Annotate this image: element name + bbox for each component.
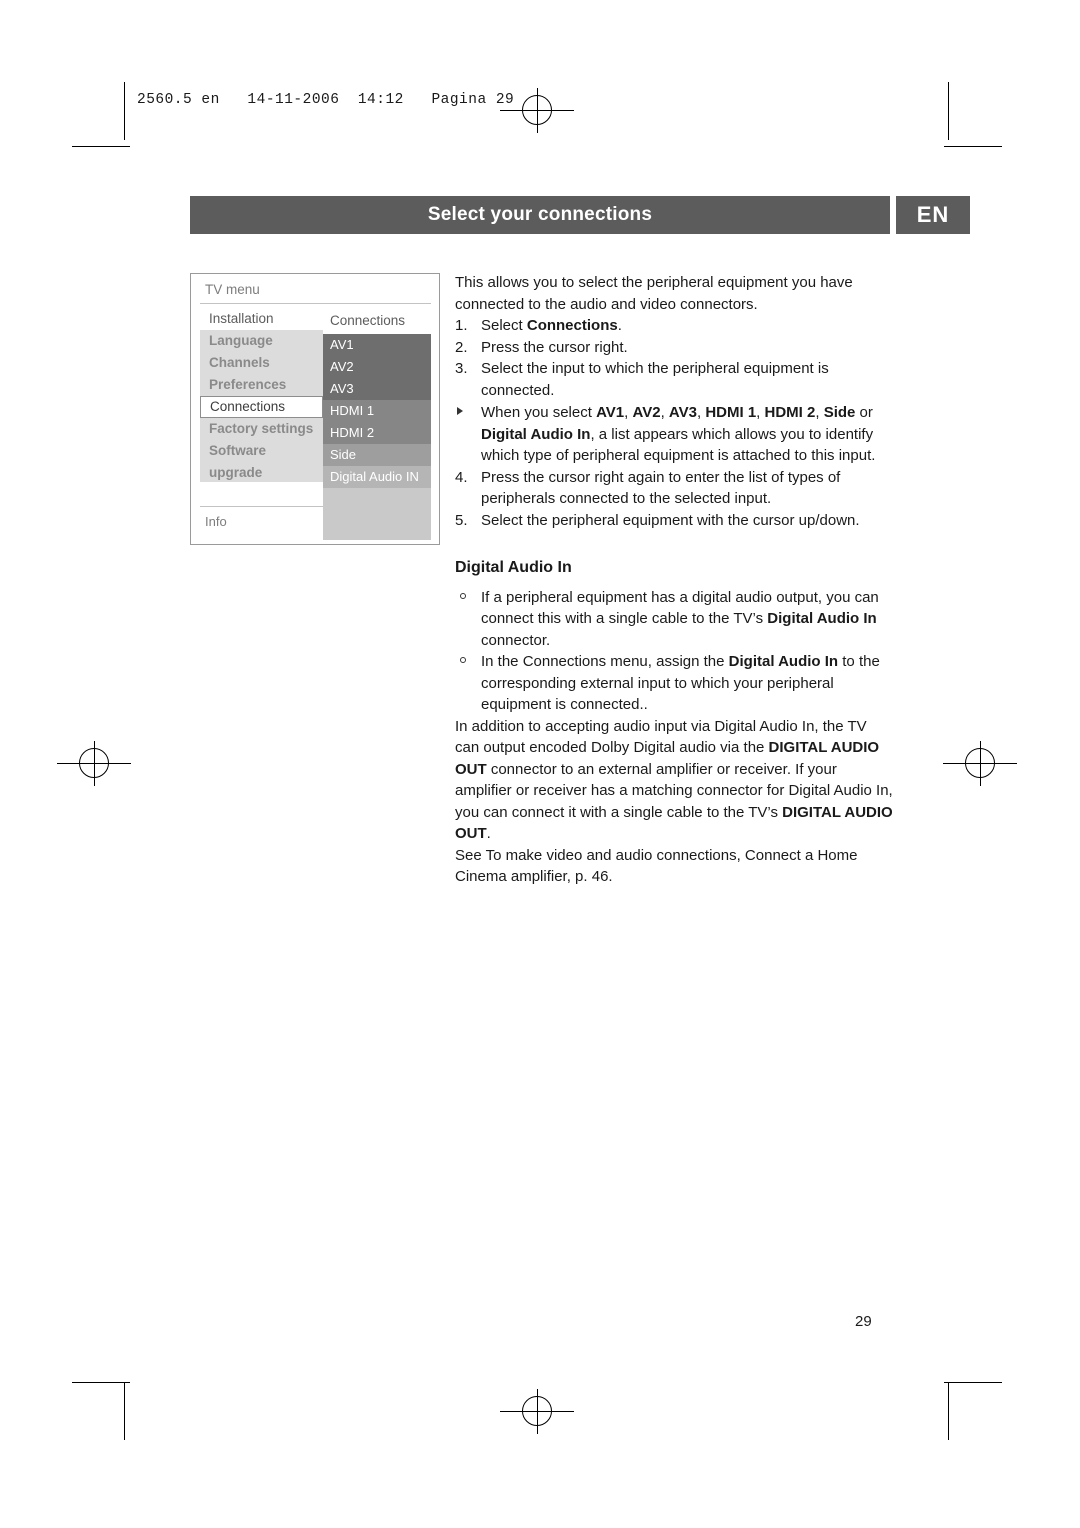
- step-3: 3. Select the input to which the periphe…: [455, 358, 895, 401]
- main-content: This allows you to select the peripheral…: [455, 272, 895, 888]
- circle-bullet-icon: [460, 657, 466, 663]
- connection-item-digital-audio-in[interactable]: Digital Audio IN: [323, 466, 431, 488]
- tv-menu-title: TV menu: [205, 282, 260, 297]
- digital-audio-bullet-2: In the Connections menu, assign the Digi…: [455, 651, 895, 716]
- closing-paragraph: In addition to accepting audio input via…: [455, 717, 893, 843]
- step-2: 2. Press the cursor right.: [455, 337, 895, 359]
- registration-mark-right-vline: [980, 741, 981, 786]
- tv-menu-right-column: Connections AV1 AV2 AV3 HDMI 1 HDMI 2 Si…: [323, 308, 431, 540]
- menu-item-connections[interactable]: Connections: [200, 396, 323, 418]
- crop-mark-bottom-left-vertical: [124, 1382, 125, 1440]
- connection-item-hdmi-1[interactable]: HDMI 1: [323, 400, 431, 422]
- crop-mark-top-left-horizontal: [72, 146, 130, 147]
- connections-submenu-title: Connections: [330, 313, 406, 328]
- menu-item-software-upgrade[interactable]: Software upgrade: [200, 440, 323, 480]
- step-5-number: 5.: [455, 511, 468, 529]
- digital-audio-bullet-2-text: In the Connections menu, assign the Digi…: [481, 653, 880, 713]
- tv-menu-left-column: Installation Language Channels Preferenc…: [200, 308, 323, 482]
- step-3-note: When you select AV1, AV2, AV3, HDMI 1, H…: [455, 402, 895, 467]
- step-1-number: 1.: [455, 317, 468, 334]
- step-2-number: 2.: [455, 338, 468, 356]
- page-number: 29: [855, 1313, 872, 1330]
- connection-item-side[interactable]: Side: [323, 444, 431, 466]
- registration-mark-left-vline: [94, 741, 95, 786]
- see-also-paragraph: See To make video and audio connections,…: [455, 846, 858, 886]
- intro-paragraph: This allows you to select the peripheral…: [455, 274, 853, 313]
- step-2-text: Press the cursor right.: [481, 338, 628, 356]
- page-title-text: Select your connections: [427, 204, 653, 225]
- registration-mark-top-vline: [537, 88, 538, 133]
- menu-item-factory-settings[interactable]: Factory settings: [200, 418, 323, 440]
- steps-list: 1. Select Connections. 2. Press the curs…: [455, 315, 895, 531]
- step-5: 5. Select the peripheral equipment with …: [455, 510, 895, 532]
- crop-mark-bottom-right-vertical: [948, 1382, 949, 1440]
- menu-item-language[interactable]: Language: [200, 330, 323, 352]
- step-3-number: 3.: [455, 360, 468, 377]
- step-4: 4. Press the cursor right again to enter…: [455, 467, 895, 510]
- menu-item-channels[interactable]: Channels: [200, 352, 323, 374]
- page-title: Select your connections: [190, 196, 890, 234]
- language-badge: EN: [896, 196, 970, 234]
- step-4-text: Press the cursor right again to enter th…: [481, 468, 841, 508]
- crop-mark-bottom-right-horizontal: [944, 1382, 1002, 1383]
- section-heading-digital-audio-in: Digital Audio In: [455, 559, 572, 576]
- step-1-text: Select Connections.: [481, 317, 622, 334]
- step-1: 1. Select Connections.: [455, 315, 895, 337]
- language-badge-text: EN: [916, 202, 950, 227]
- step-3-text: Select the input to which the peripheral…: [481, 360, 829, 399]
- crop-mark-top-left-vertical: [124, 82, 125, 140]
- connection-item-hdmi-2[interactable]: HDMI 2: [323, 422, 431, 444]
- digital-audio-bullet-1: If a peripheral equipment has a digital …: [455, 587, 895, 652]
- circle-bullet-icon: [460, 592, 466, 599]
- crop-mark-bottom-left-horizontal: [72, 1382, 130, 1383]
- connection-item-av2[interactable]: AV2: [323, 356, 431, 378]
- tv-menu-right-filler: [323, 488, 431, 510]
- connection-item-av3[interactable]: AV3: [323, 378, 431, 400]
- tv-menu-screenshot: TV menu Info Installation Language Chann…: [190, 273, 440, 545]
- tv-menu-info-label: Info: [205, 514, 227, 529]
- crop-mark-top-right-vertical: [948, 82, 949, 140]
- registration-mark-bottom-vline: [537, 1389, 538, 1434]
- step-4-number: 4.: [455, 468, 468, 486]
- menu-item-preferences[interactable]: Preferences: [200, 374, 323, 396]
- triangle-bullet-icon: [457, 407, 463, 415]
- print-header-line: 2560.5 en 14-11-2006 14:12 Pagina 29: [137, 92, 515, 108]
- step-5-text: Select the peripheral equipment with the…: [481, 511, 860, 529]
- tv-menu-right-filler-2: [323, 510, 431, 540]
- connection-item-av1[interactable]: AV1: [323, 334, 431, 356]
- menu-item-installation[interactable]: Installation: [200, 308, 323, 330]
- step-3-note-text: When you select AV1, AV2, AV3, HDMI 1, H…: [481, 404, 876, 464]
- crop-mark-top-right-horizontal: [944, 146, 1002, 147]
- digital-audio-bullet-1-text: If a peripheral equipment has a digital …: [481, 588, 879, 649]
- tv-menu-divider-top: [200, 303, 431, 304]
